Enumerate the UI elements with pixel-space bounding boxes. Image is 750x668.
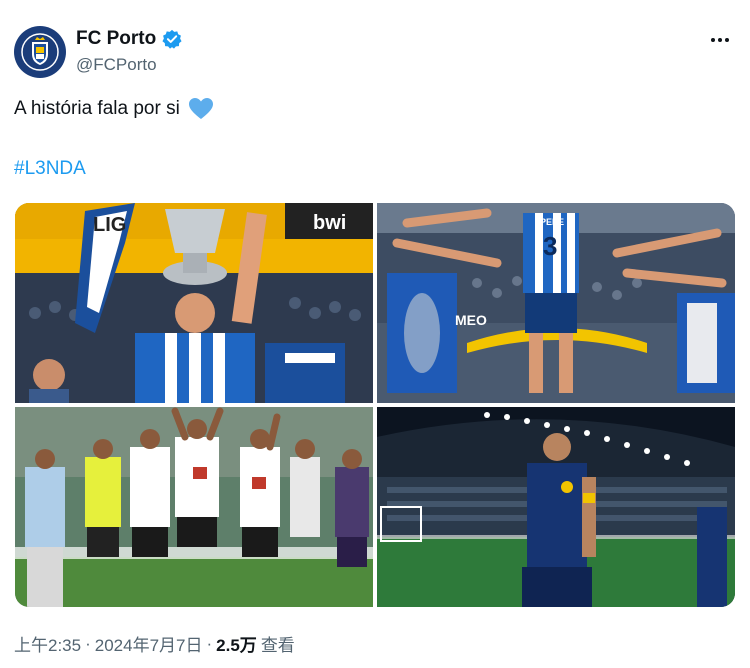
tweet-date[interactable]: 2024年7月7日 [95,631,203,656]
views-count: 2.5万 [216,636,257,655]
banner-text-left: LIG [93,214,126,236]
media-photo-night-stadium[interactable] [377,407,735,607]
views-label: 查看 [260,636,295,655]
user-handle[interactable]: @FCPorto [76,55,157,75]
hashtag-link[interactable]: #L3NDA [14,158,86,180]
separator-dot: · [85,633,91,653]
display-name[interactable]: FC Porto [76,28,156,50]
tweet-metadata: 上午2:35 · 2024年7月7日 · 2.5万 查看 [14,631,295,656]
more-options-icon[interactable] [708,30,732,50]
media-photo-team-celebration[interactable] [15,407,373,607]
avatar[interactable] [14,26,66,78]
stadium-banner-text: MEO [455,312,487,328]
fc-porto-crest-icon [21,33,59,71]
blue-heart-icon [188,98,213,119]
tweet-text: A história fala por si [14,98,180,119]
tweet-time[interactable]: 上午2:35 [14,631,81,656]
banner-text-right: bwi [313,212,346,234]
media-photo-trophy-lift[interactable]: LIG bwi [15,203,373,403]
separator-dot: · [206,633,213,653]
media-photo-guard-of-honour[interactable]: MEO PEPE 3 [377,203,735,403]
shirt-number: 3 [543,231,557,261]
shirt-name: PEPE [540,217,564,227]
media-grid: LIG bwi MEO PEPE 3 [15,203,735,607]
tweet-text-row: A história fala por si [14,97,214,121]
verified-badge-icon [162,29,182,49]
